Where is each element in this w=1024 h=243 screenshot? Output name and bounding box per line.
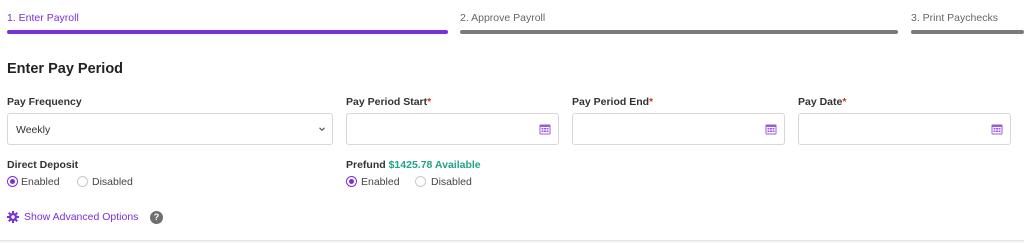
pay-period-start-label: Pay Period Start* <box>346 96 431 108</box>
pay-frequency-value: Weekly <box>16 124 51 136</box>
help-icon[interactable]: ? <box>150 211 163 224</box>
step-label: 1. Enter Payroll <box>7 12 79 24</box>
required-marker: * <box>842 96 847 108</box>
direct-deposit-enabled-radio[interactable] <box>7 176 18 187</box>
step-print-paychecks[interactable]: 3. Print Paychecks <box>911 0 1024 34</box>
prefund-disabled-radio[interactable] <box>415 176 426 187</box>
step-enter-payroll[interactable]: 1. Enter Payroll <box>7 0 448 34</box>
prefund-label: Prefund $1425.78 Available <box>346 159 481 171</box>
radio-label: Disabled <box>431 176 472 188</box>
label-text: Pay Frequency <box>7 96 82 108</box>
pay-period-end-input[interactable] <box>572 113 785 145</box>
required-marker: * <box>649 96 654 108</box>
show-advanced-options-link[interactable]: Show Advanced Options <box>7 209 142 225</box>
calendar-icon[interactable] <box>539 123 551 135</box>
radio-label: Enabled <box>361 176 400 188</box>
direct-deposit-label: Direct Deposit <box>7 159 79 171</box>
pay-date-label: Pay Date* <box>798 96 846 108</box>
gear-icon <box>7 211 19 223</box>
prefund-enabled-radio[interactable] <box>346 176 357 187</box>
advanced-options-label: Show Advanced Options <box>24 211 139 223</box>
step-approve-payroll[interactable]: 2. Approve Payroll <box>460 0 898 34</box>
label-text: Pay Period Start <box>346 96 428 108</box>
chevron-down-icon <box>319 127 325 132</box>
step-progress-bar <box>460 30 898 34</box>
pay-frequency-select[interactable]: Weekly <box>7 113 333 145</box>
pay-period-end-label: Pay Period End* <box>572 96 653 108</box>
prefund-radio-group: Enabled Disabled <box>346 176 496 190</box>
label-text: Pay Period End <box>572 96 650 108</box>
radio-label: Disabled <box>92 176 133 188</box>
radio-label: Enabled <box>21 176 60 188</box>
label-text: Pay Date <box>798 96 843 108</box>
pay-date-input[interactable] <box>798 113 1011 145</box>
calendar-icon[interactable] <box>991 123 1003 135</box>
page-title: Enter Pay Period <box>7 61 124 77</box>
step-label: 3. Print Paychecks <box>911 12 998 24</box>
step-progress-bar <box>911 30 1024 34</box>
pay-period-start-input[interactable] <box>346 113 559 145</box>
pay-frequency-label: Pay Frequency <box>7 96 82 108</box>
prefund-available-amount: $1425.78 Available <box>388 159 481 171</box>
direct-deposit-radio-group: Enabled Disabled <box>7 176 157 190</box>
label-text: Prefund <box>346 159 386 171</box>
payroll-card: 1. Enter Payroll 2. Approve Payroll 3. P… <box>0 0 1024 241</box>
step-label: 2. Approve Payroll <box>460 12 546 24</box>
direct-deposit-disabled-radio[interactable] <box>77 176 88 187</box>
required-marker: * <box>427 96 432 108</box>
calendar-icon[interactable] <box>765 123 777 135</box>
step-progress-bar <box>7 30 448 34</box>
